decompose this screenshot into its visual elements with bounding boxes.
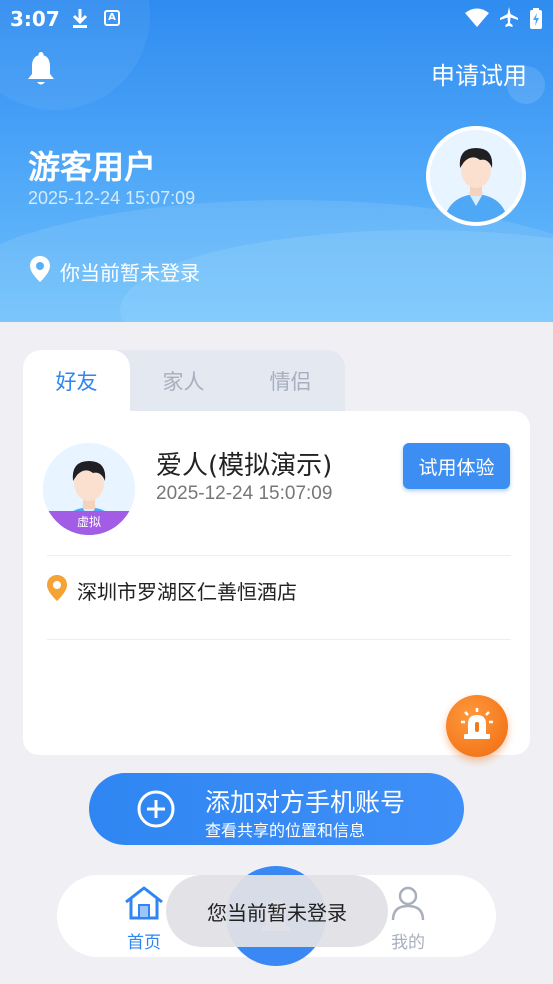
apply-trial-button[interactable]: 申请试用 [431, 56, 527, 91]
relation-tabs: 好友 家人 情侣 [23, 350, 345, 412]
add-circle-icon [137, 790, 175, 832]
download-icon [70, 7, 90, 34]
header-banner: 3:07 A 申请试用 游客用户 2025-12-24 15:07:09 你当前… [0, 0, 553, 322]
siren-icon [460, 708, 494, 744]
friend-avatar[interactable]: 虚拟 [43, 443, 135, 535]
battery-charging-icon [529, 8, 543, 35]
bell-icon[interactable] [26, 52, 56, 92]
address-text: 深圳市罗湖区仁善恒酒店 [77, 580, 297, 604]
nav-mine-label: 我的 [391, 933, 425, 953]
toast-message: 您当前暂未登录 [166, 875, 388, 947]
divider [47, 555, 511, 556]
a-icon: A [104, 10, 120, 26]
user-avatar[interactable] [426, 126, 526, 226]
status-time: 3:07 [10, 7, 60, 31]
add-account-title: 添加对方手机账号 [205, 788, 406, 817]
location-pin-icon [30, 256, 50, 287]
home-icon [123, 886, 165, 926]
friend-card: 虚拟 爱人(模拟演示) 2025-12-24 15:07:09 试用体验 深圳市… [23, 411, 530, 757]
wifi-icon [465, 8, 489, 33]
add-account-subtitle: 查看共享的位置和信息 [205, 821, 366, 840]
trial-experience-button[interactable]: 试用体验 [403, 443, 510, 489]
friend-timestamp: 2025-12-24 15:07:09 [156, 483, 333, 504]
header-timestamp: 2025-12-24 15:07:09 [28, 188, 196, 208]
nav-mine[interactable]: 我的 [383, 885, 433, 953]
user-name: 游客用户 [28, 148, 157, 186]
add-partner-account-button[interactable]: 添加对方手机账号 查看共享的位置和信息 [89, 773, 464, 845]
login-status-row: 你当前暂未登录 [30, 256, 200, 287]
tab-family[interactable]: 家人 [130, 350, 237, 412]
airplane-icon [499, 6, 519, 33]
tab-couple[interactable]: 情侣 [237, 350, 344, 412]
nav-home[interactable]: 首页 [119, 885, 169, 953]
friend-name: 爱人(模拟演示) [156, 451, 333, 481]
alarm-button[interactable] [446, 695, 508, 757]
address-row[interactable]: 深圳市罗湖区仁善恒酒店 [47, 575, 297, 606]
virtual-badge: 虚拟 [43, 511, 135, 535]
user-icon [390, 886, 426, 926]
divider [47, 639, 511, 640]
location-pin-icon [47, 575, 67, 606]
tab-friends[interactable]: 好友 [23, 350, 130, 412]
login-status-text: 你当前暂未登录 [60, 261, 200, 285]
status-bar: 3:07 A [0, 0, 553, 38]
nav-home-label: 首页 [127, 933, 161, 953]
